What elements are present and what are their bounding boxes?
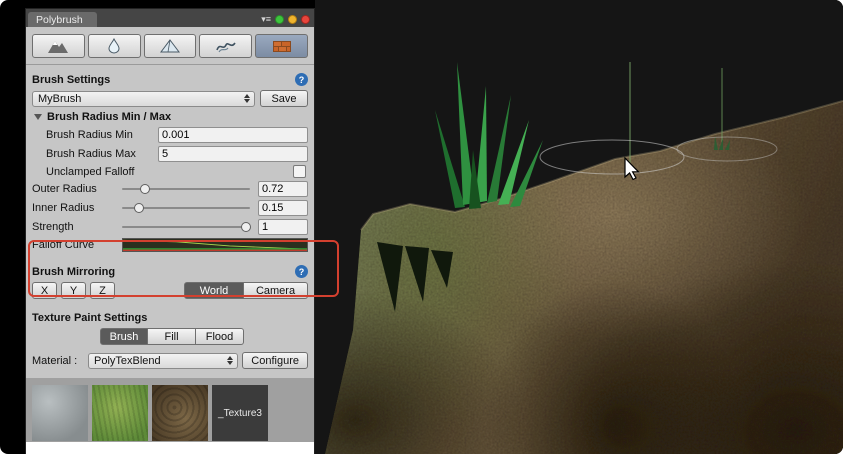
texture-slot-0[interactable] (32, 385, 88, 442)
texture-slot-2[interactable] (152, 385, 208, 442)
falloff-curve-preview (123, 239, 307, 251)
brush-radius-min-label: Brush Radius Min (46, 129, 158, 141)
save-button[interactable]: Save (260, 90, 308, 107)
paint-mode-fill-button[interactable]: Fill (148, 328, 196, 345)
falloff-curve-label: Falloff Curve (32, 239, 122, 251)
window-close-button[interactable] (301, 15, 310, 24)
tool-sculpt-button[interactable] (32, 34, 85, 58)
brush-radius-foldout[interactable]: Brush Radius Min / Max (32, 110, 308, 124)
prism-icon (159, 38, 181, 54)
mirror-controls-row: X Y Z World Camera (32, 282, 308, 299)
configure-button[interactable]: Configure (242, 352, 308, 369)
strength-row: Strength (32, 219, 308, 235)
texture-thumbnail-empty[interactable]: _Texture3 (212, 385, 268, 441)
brush-settings-help-icon[interactable]: ? (295, 73, 308, 86)
unclamped-falloff-checkbox[interactable] (293, 165, 306, 178)
scene-canvas[interactable] (315, 0, 843, 454)
unclamped-falloff-row: Unclamped Falloff (32, 165, 308, 178)
window-minimize-button[interactable] (275, 15, 284, 24)
brush-radius-min-row: Brush Radius Min (32, 127, 308, 143)
brush-radius-foldout-label: Brush Radius Min / Max (47, 111, 171, 123)
texture-slot-1[interactable] (92, 385, 148, 442)
window-tab-polybrush[interactable]: Polybrush (28, 12, 97, 27)
tool-smooth-button[interactable] (88, 34, 141, 58)
paint-mode-segmented: Brush Fill Flood (100, 328, 308, 345)
droplet-icon (103, 38, 125, 54)
panel-bottom-margin (26, 442, 314, 454)
texture-paint-header: Texture Paint Settings (32, 310, 308, 325)
screenshot-root: Polybrush ▾≡ (0, 0, 843, 454)
pane-menu-icon[interactable]: ▾≡ (261, 15, 271, 24)
brush-settings-header: Brush Settings ? (32, 72, 308, 87)
polybrush-panel: Polybrush ▾≡ (25, 8, 315, 454)
brush-mirroring-header: Brush Mirroring ? (32, 264, 308, 279)
brush-radius-max-label: Brush Radius Max (46, 148, 158, 160)
material-row: Material : PolyTexBlend Configure (32, 352, 308, 369)
texture-thumbnail-dirt[interactable] (152, 385, 208, 441)
tool-texture-button[interactable] (255, 34, 308, 58)
slider-knob[interactable] (140, 184, 150, 194)
outer-radius-slider[interactable] (122, 182, 250, 196)
scene-view[interactable] (315, 0, 843, 454)
brush-mirroring-title: Brush Mirroring (32, 266, 115, 278)
tool-mode-toolbar (32, 34, 308, 58)
mirror-space-camera-button[interactable]: Camera (244, 282, 308, 299)
paint-mode-flood-button[interactable]: Flood (196, 328, 244, 345)
texture-thumbnail-concrete[interactable] (32, 385, 88, 441)
material-value: PolyTexBlend (94, 355, 227, 367)
brush-radius-max-row: Brush Radius Max (32, 146, 308, 162)
bricks-icon (271, 38, 293, 54)
mirror-space-world-button[interactable]: World (184, 282, 244, 299)
brush-settings-title: Brush Settings (32, 74, 110, 86)
brush-preset-row: MyBrush Save (32, 90, 308, 107)
texture-paint-title: Texture Paint Settings (32, 312, 147, 324)
mirror-x-button[interactable]: X (32, 282, 57, 299)
material-label: Material : (32, 355, 88, 367)
inner-radius-label: Inner Radius (32, 202, 122, 214)
paint-mode-brush-button[interactable]: Brush (100, 328, 148, 345)
falloff-curve-row: Falloff Curve (32, 238, 308, 252)
brush-preset-value: MyBrush (38, 93, 244, 105)
inner-radius-field[interactable] (258, 200, 308, 216)
window-titlebar: Polybrush ▾≡ (26, 9, 314, 27)
brush-preset-dropdown[interactable]: MyBrush (32, 91, 255, 107)
mountain-icon (47, 38, 69, 54)
foldout-arrow-icon (34, 114, 42, 120)
slider-knob[interactable] (241, 222, 251, 232)
texture-palette: _Texture3 (26, 378, 314, 442)
panel-body: Brush Settings ? MyBrush Save Brush Radi… (26, 27, 314, 442)
chevron-up-down-icon (244, 94, 252, 103)
tool-color-button[interactable] (144, 34, 197, 58)
texture-slot-3[interactable]: _Texture3 (212, 385, 268, 442)
falloff-curve-field[interactable] (122, 238, 308, 252)
strength-slider[interactable] (122, 220, 250, 234)
wave-icon (215, 38, 237, 54)
inner-radius-row: Inner Radius (32, 200, 308, 216)
tool-scatter-button[interactable] (199, 34, 252, 58)
brush-radius-max-field[interactable] (158, 146, 308, 162)
slider-knob[interactable] (134, 203, 144, 213)
brush-mirroring-help-icon[interactable]: ? (295, 265, 308, 278)
mirror-space-segmented: World Camera (184, 282, 308, 299)
brush-radius-min-field[interactable] (158, 127, 308, 143)
outer-radius-field[interactable] (258, 181, 308, 197)
toolbar-divider (26, 64, 314, 65)
mirror-y-button[interactable]: Y (61, 282, 86, 299)
unclamped-falloff-label: Unclamped Falloff (46, 166, 134, 178)
outer-radius-label: Outer Radius (32, 183, 122, 195)
strength-label: Strength (32, 221, 122, 233)
chevron-up-down-icon (227, 356, 235, 365)
mirror-z-button[interactable]: Z (90, 282, 115, 299)
window-zoom-button[interactable] (288, 15, 297, 24)
outer-radius-row: Outer Radius (32, 181, 308, 197)
strength-field[interactable] (258, 219, 308, 235)
material-dropdown[interactable]: PolyTexBlend (88, 353, 238, 369)
texture-thumbnail-grass[interactable] (92, 385, 148, 441)
slider-track[interactable] (122, 226, 250, 228)
inner-radius-slider[interactable] (122, 201, 250, 215)
